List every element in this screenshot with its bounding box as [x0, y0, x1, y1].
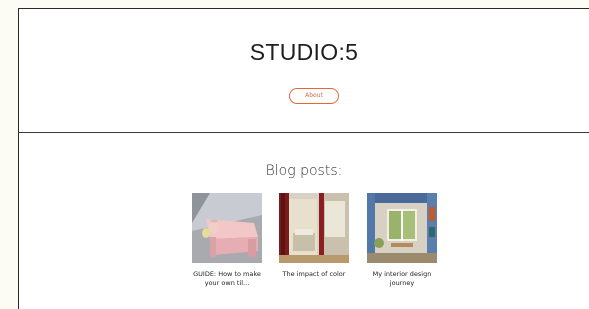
- hero-section: STUDIO:5 About: [19, 9, 589, 133]
- blog-post-list: GUIDE: How to make your own til... The i…: [192, 193, 438, 303]
- pink-bench-photo[interactable]: [192, 193, 262, 263]
- site-title: STUDIO:5: [249, 39, 359, 65]
- red-doorway-photo[interactable]: [279, 193, 349, 263]
- blog-heading: Blog posts:: [265, 163, 343, 179]
- blog-post-card[interactable]: My interior design journey: [367, 193, 437, 287]
- page-container: STUDIO:5 About Blog posts: GUIDE: How to…: [18, 8, 589, 309]
- post-title[interactable]: GUIDE: How to make your own til...: [188, 270, 266, 287]
- blog-post-card[interactable]: GUIDE: How to make your own til...: [192, 193, 262, 287]
- post-title[interactable]: My interior design journey: [363, 270, 441, 287]
- blog-post-card[interactable]: The impact of color: [279, 193, 349, 279]
- blue-window-room-photo[interactable]: [367, 193, 437, 263]
- post-title[interactable]: The impact of color: [275, 270, 353, 279]
- about-button[interactable]: About: [289, 88, 339, 104]
